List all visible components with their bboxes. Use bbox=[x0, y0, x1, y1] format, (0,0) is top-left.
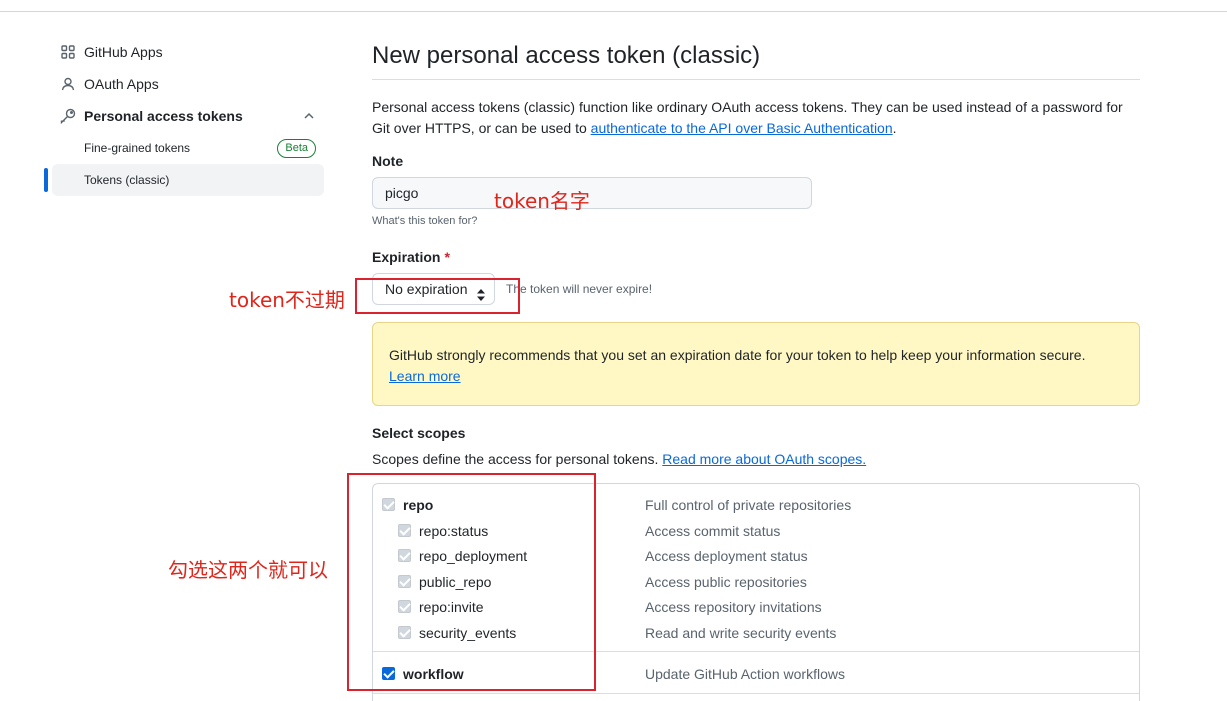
annotation-check-these: 勾选这两个就可以 bbox=[168, 558, 328, 582]
scopes-label: Select scopes bbox=[372, 425, 466, 441]
sidebar-item-github-apps[interactable]: GitHub Apps bbox=[44, 36, 326, 68]
scope-description: Full control of private repositories bbox=[645, 496, 852, 513]
annotation-no-expire: token不过期 bbox=[229, 288, 345, 312]
page-description: Personal access tokens (classic) functio… bbox=[372, 97, 1140, 139]
scope-divider bbox=[373, 693, 1139, 694]
annotation-token-name: token名字 bbox=[494, 189, 590, 213]
oauth-scopes-link[interactable]: Read more about OAuth scopes. bbox=[662, 451, 866, 467]
sidebar-item-oauth-apps[interactable]: OAuth Apps bbox=[44, 68, 326, 100]
expiration-note: The token will never expire! bbox=[506, 282, 653, 296]
annotation-box-expiration bbox=[355, 278, 520, 314]
scope-description: Read and write security events bbox=[645, 624, 837, 641]
active-indicator bbox=[44, 168, 48, 192]
sidebar-item-tokens-classic[interactable]: Tokens (classic) bbox=[44, 164, 324, 196]
apps-grid-icon bbox=[60, 44, 76, 60]
sidebar-item-label: Personal access tokens bbox=[84, 108, 243, 124]
scopes-description: Scopes define the access for personal to… bbox=[372, 451, 1140, 467]
chevron-up-icon[interactable] bbox=[302, 109, 316, 123]
main-content: New personal access token (classic) Pers… bbox=[372, 36, 1140, 467]
expiration-label: Expiration * bbox=[372, 249, 1140, 265]
description-suffix: . bbox=[892, 120, 897, 136]
note-label: Note bbox=[372, 153, 404, 169]
expiration-label-text: Expiration bbox=[372, 249, 441, 265]
scope-description: Update GitHub Action workflows bbox=[645, 665, 845, 682]
sidebar-item-label: OAuth Apps bbox=[84, 76, 159, 92]
annotation-box-scopes bbox=[347, 473, 596, 691]
note-input[interactable] bbox=[372, 177, 812, 209]
scope-description: Access repository invitations bbox=[645, 598, 822, 615]
page-title: New personal access token (classic) bbox=[372, 36, 1140, 80]
scope-description: Access commit status bbox=[645, 522, 781, 539]
basic-auth-link[interactable]: authenticate to the API over Basic Authe… bbox=[591, 120, 893, 136]
person-icon bbox=[60, 76, 76, 92]
scopes-desc-text: Scopes define the access for personal to… bbox=[372, 451, 663, 467]
expiration-warning-flash: GitHub strongly recommends that you set … bbox=[372, 322, 1140, 406]
sidebar-item-label: Tokens (classic) bbox=[84, 173, 170, 187]
sidebar-item-fine-grained-tokens[interactable]: Fine-grained tokens Beta bbox=[44, 132, 326, 164]
settings-sidebar: GitHub Apps OAuth Apps Personal access t… bbox=[44, 36, 326, 196]
scope-description: Access public repositories bbox=[645, 573, 807, 590]
sidebar-item-personal-access-tokens[interactable]: Personal access tokens bbox=[44, 100, 326, 132]
key-icon bbox=[60, 108, 76, 124]
sidebar-item-label: GitHub Apps bbox=[84, 44, 163, 60]
beta-badge: Beta bbox=[277, 139, 316, 158]
required-mark: * bbox=[444, 249, 450, 265]
scope-description: Access deployment status bbox=[645, 547, 808, 564]
sidebar-item-label: Fine-grained tokens bbox=[84, 141, 191, 155]
learn-more-link[interactable]: Learn more bbox=[389, 368, 461, 384]
note-hint: What's this token for? bbox=[372, 215, 478, 227]
top-bar bbox=[0, 0, 1227, 12]
flash-text: GitHub strongly recommends that you set … bbox=[389, 347, 1086, 363]
